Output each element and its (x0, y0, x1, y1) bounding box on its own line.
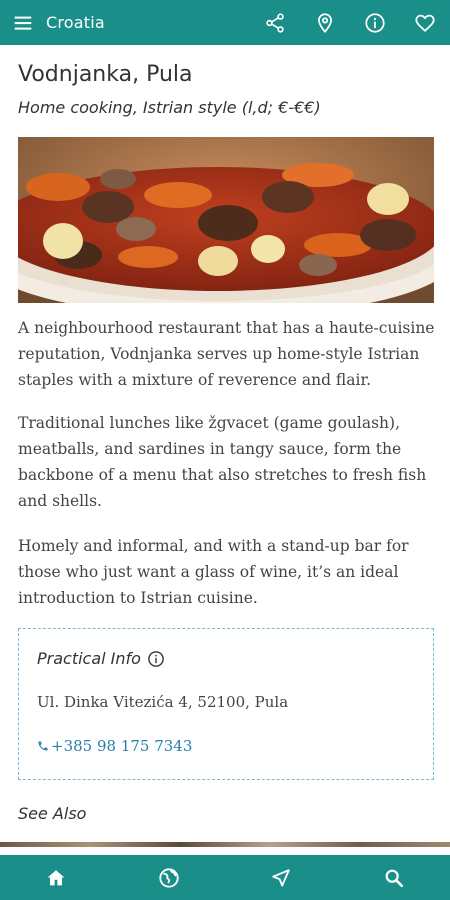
description-paragraph: Homely and informal, and with a stand-up… (18, 537, 409, 607)
map-pin-icon (318, 12, 332, 33)
practical-info-title: Practical Info (37, 649, 141, 668)
hero-image (18, 137, 434, 303)
description-paragraph: Traditional lunches like žgvacet (game g… (18, 414, 427, 510)
menu-icon (14, 16, 32, 30)
nav-home-button[interactable] (28, 855, 84, 900)
phone-icon (38, 741, 48, 751)
detail-content[interactable]: Vodnjanka, Pula Home cooking, Istrian st… (0, 45, 450, 847)
app-bar: Croatia (0, 0, 450, 45)
see-also-image-preview[interactable] (0, 842, 450, 847)
nav-search-button[interactable] (366, 855, 422, 900)
phone-number[interactable]: +385 98 175 7343 (51, 737, 192, 755)
globe-icon (159, 867, 179, 888)
menu-button[interactable] (0, 0, 46, 45)
description-paragraph: A neighbourhood restaurant that has a ha… (18, 319, 435, 389)
practical-info-header: Practical Info (37, 649, 165, 668)
home-icon (47, 869, 65, 885)
bottom-nav (0, 855, 450, 900)
nav-globe-button[interactable] (141, 855, 197, 900)
search-icon (385, 869, 403, 887)
place-subtitle: Home cooking, Istrian style (l,d; €-€€) (18, 98, 321, 117)
practical-info-box: Practical Info Ul. Dinka Vitezića 4, 521… (18, 628, 434, 780)
address-text: Ul. Dinka Vitezića 4, 52100, Pula (37, 693, 289, 711)
app-title: Croatia (46, 13, 105, 32)
share-button[interactable] (250, 0, 300, 45)
place-title: Vodnjanka, Pula (18, 62, 193, 87)
favorite-button[interactable] (400, 0, 450, 45)
map-button[interactable] (300, 0, 350, 45)
app-bar-actions (250, 0, 450, 45)
see-also-heading: See Also (18, 804, 87, 823)
nav-navigation-button[interactable] (253, 855, 309, 900)
navigation-icon (272, 868, 290, 887)
info-button[interactable] (350, 0, 400, 45)
info-icon (365, 12, 385, 33)
info-circle-icon[interactable] (147, 650, 165, 668)
share-icon (266, 12, 284, 33)
phone-link[interactable]: +385 98 175 7343 (37, 737, 192, 755)
heart-icon (415, 14, 435, 32)
